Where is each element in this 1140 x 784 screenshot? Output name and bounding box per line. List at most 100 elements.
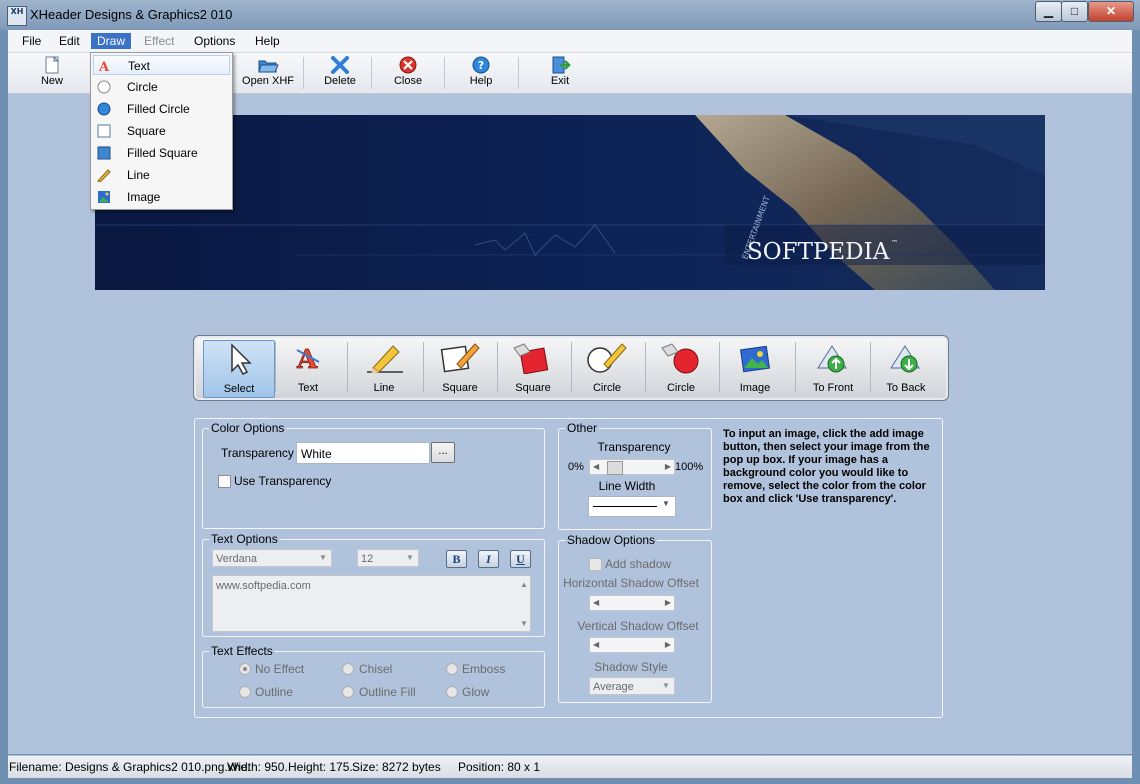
effect-no-effect-radio[interactable] — [239, 663, 251, 675]
add-shadow-checkbox[interactable] — [589, 558, 602, 571]
toolbar-separator — [444, 57, 445, 89]
slider-max-label: 100% — [675, 461, 704, 473]
chevron-down-icon: ▼ — [662, 499, 670, 508]
tool-to-front-label: To Front — [812, 382, 854, 394]
browse-color-button[interactable]: ... — [431, 442, 455, 463]
help-button[interactable]: ? Help — [464, 55, 498, 87]
menu-draw[interactable]: Draw — [91, 33, 132, 49]
scroll-down-icon[interactable]: ▼ — [520, 619, 528, 628]
banner-tm-text: ™ — [891, 239, 898, 247]
vertical-offset-slider[interactable]: ◀ ▶ — [589, 637, 675, 653]
text-icon: A — [98, 60, 110, 73]
status-width: Width: 950. — [227, 760, 288, 774]
draw-menu-item-filled-square[interactable]: Filled Square — [93, 143, 230, 163]
draw-menu-item-line[interactable]: Line — [93, 165, 230, 185]
slider-left-arrow-icon: ◀ — [593, 598, 600, 607]
maximize-button[interactable]: □ — [1061, 1, 1088, 22]
effect-outline-fill-radio[interactable] — [342, 686, 354, 698]
tool-circle[interactable]: Circle — [572, 340, 642, 396]
effect-outline-radio[interactable] — [239, 686, 251, 698]
arrow-cursor-icon — [231, 343, 252, 375]
tool-filled-circle[interactable]: Circle — [646, 340, 716, 396]
draw-menu-item-filled-circle[interactable]: Filled Circle — [93, 99, 230, 119]
tool-text[interactable]: A Text — [273, 340, 343, 396]
status-bar: Filename: Designs & Graphics2 010.png.xh… — [8, 755, 1132, 778]
font-select[interactable]: Verdana ▼ — [212, 549, 332, 567]
open-xhf-label: Open XHF — [242, 75, 294, 87]
vertical-offset-label: Vertical Shadow Offset — [577, 619, 699, 633]
horizontal-offset-slider[interactable]: ◀ ▶ — [589, 595, 675, 611]
delete-x-icon — [329, 55, 351, 75]
tool-square-label: Square — [442, 382, 478, 394]
tool-filled-square[interactable]: Square — [498, 340, 568, 396]
slider-thumb[interactable] — [607, 461, 623, 475]
color-options-caption: Color Options — [209, 421, 287, 435]
delete-button[interactable]: Delete — [320, 55, 360, 87]
tool-line-label: Line — [373, 382, 395, 394]
draw-tools-bar: Select A Text Line Square Square Circle … — [193, 335, 949, 401]
effect-outline-label: Outline — [255, 685, 294, 699]
bold-button[interactable]: B — [446, 550, 467, 568]
draw-menu-item-circle[interactable]: Circle — [93, 77, 230, 97]
other-transparency-label: Transparency — [597, 440, 671, 454]
new-button-label: New — [40, 75, 63, 87]
filled-circle-icon — [661, 343, 699, 374]
close-window-button[interactable]: ✕ — [1088, 1, 1134, 22]
help-label: Help — [469, 75, 493, 87]
effect-glow-label: Glow — [462, 685, 490, 699]
minimize-button[interactable]: ▁ — [1035, 1, 1062, 22]
delete-label: Delete — [324, 75, 356, 87]
line-width-combo[interactable]: ▼ — [588, 496, 676, 517]
slider-min-label: 0% — [568, 461, 584, 473]
close-circle-icon — [397, 55, 419, 75]
use-transparency-checkbox[interactable] — [218, 475, 231, 488]
banner-brand-text: SOFTPEDIA — [747, 239, 890, 265]
tool-image-label: Image — [739, 382, 771, 394]
effect-emboss-radio[interactable] — [446, 663, 458, 675]
window-title: XHeader Designs & Graphics2 010 — [30, 7, 233, 22]
menu-file[interactable]: File — [16, 33, 47, 49]
draw-menu-item-image[interactable]: Image — [93, 187, 230, 207]
tool-to-front[interactable]: To Front — [798, 340, 868, 396]
tool-select[interactable]: Select — [203, 340, 275, 398]
text-content-value: www.softpedia.com — [216, 580, 311, 592]
menu-edit[interactable]: Edit — [53, 33, 86, 49]
tool-square[interactable]: Square — [425, 340, 495, 396]
tool-text-label: Text — [297, 382, 319, 394]
open-xhf-button[interactable]: Open XHF — [240, 55, 296, 87]
new-button[interactable]: New — [34, 55, 70, 87]
chevron-down-icon: ▼ — [319, 553, 327, 562]
text-effects-caption: Text Effects — [209, 644, 275, 658]
close-button[interactable]: Close — [390, 55, 426, 87]
circle-outline-icon — [587, 343, 627, 373]
underline-button[interactable]: U — [510, 550, 531, 568]
tool-filled-square-label: Square — [515, 382, 551, 394]
circle-icon — [97, 80, 111, 94]
draw-menu-item-square[interactable]: Square — [93, 121, 230, 141]
banner-canvas[interactable]: ENTERTAINMENT SOFTPEDIA ™ — [95, 115, 1045, 290]
tool-image[interactable]: Image — [720, 340, 790, 396]
menu-help[interactable]: Help — [249, 33, 286, 49]
exit-button[interactable]: Exit — [542, 55, 578, 87]
shadow-style-label: Shadow Style — [594, 660, 668, 674]
tool-separator — [347, 342, 348, 392]
italic-button[interactable]: I — [478, 550, 499, 568]
text-content-area[interactable]: www.softpedia.com ▲ ▼ — [212, 575, 531, 632]
menu-options[interactable]: Options — [188, 33, 241, 49]
effect-glow-radio[interactable] — [446, 686, 458, 698]
transparency-color-field[interactable]: White — [296, 442, 430, 464]
tool-to-back[interactable]: To Back — [871, 340, 941, 396]
effect-chisel-radio[interactable] — [342, 663, 354, 675]
menu-effect[interactable]: Effect — [138, 33, 180, 49]
font-size-select[interactable]: 12 ▼ — [357, 549, 419, 567]
other-caption: Other — [565, 421, 600, 435]
status-filename: Filename: Designs & Graphics2 010.png.xh… — [9, 760, 251, 774]
shadow-style-select[interactable]: Average ▼ — [589, 677, 675, 695]
transparency-slider[interactable]: ◀ ▶ — [589, 459, 675, 475]
horizontal-offset-label: Horizontal Shadow Offset — [563, 576, 699, 590]
draw-menu-item-text[interactable]: A Text — [93, 55, 230, 75]
slider-right-arrow-icon: ▶ — [664, 598, 671, 607]
tool-circle-label: Circle — [592, 382, 622, 394]
scroll-up-icon[interactable]: ▲ — [520, 580, 528, 589]
tool-line[interactable]: Line — [349, 340, 419, 396]
